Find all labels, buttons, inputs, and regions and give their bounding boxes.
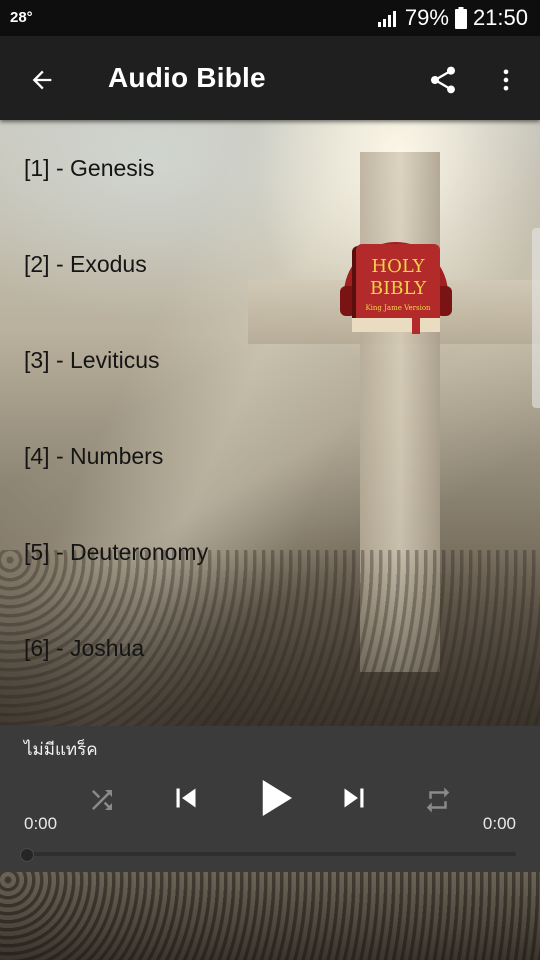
list-item[interactable]: [5] - Deuteronomy bbox=[0, 504, 540, 600]
status-bar: 28° 79% 21:50 bbox=[0, 0, 540, 36]
share-icon bbox=[431, 66, 455, 94]
page-title: Audio Bible bbox=[108, 62, 266, 93]
battery-icon bbox=[454, 7, 467, 29]
list-item[interactable]: [1] - Genesis bbox=[0, 120, 540, 216]
track-title: ไม่มีแทร็ค bbox=[24, 740, 98, 759]
skip-next-icon bbox=[344, 788, 364, 808]
more-options-button[interactable] bbox=[486, 58, 526, 102]
more-vert-icon bbox=[503, 69, 509, 91]
chapter-list: [1] - Genesis [2] - Exodus [3] - Levitic… bbox=[0, 120, 540, 696]
clock-text: 21:50 bbox=[472, 5, 528, 30]
current-time: 0:00 bbox=[24, 814, 58, 833]
list-item[interactable]: [4] - Numbers bbox=[0, 408, 540, 504]
shuffle-icon bbox=[92, 790, 112, 810]
repeat-icon bbox=[426, 787, 450, 813]
play-icon bbox=[262, 780, 292, 816]
chapter-label: [1] - Genesis bbox=[24, 154, 155, 181]
chapter-label: [3] - Leviticus bbox=[24, 346, 160, 373]
chapter-label: [6] - Joshua bbox=[24, 634, 145, 661]
status-icons: 79% 21:50 bbox=[377, 5, 528, 31]
seek-bar[interactable] bbox=[20, 848, 516, 862]
repeat-button[interactable] bbox=[416, 778, 460, 822]
list-item[interactable]: [6] - Joshua bbox=[0, 600, 540, 696]
next-button[interactable] bbox=[332, 776, 376, 820]
audio-player: ไม่มีแทร็ค 0:00 0:00 bbox=[0, 726, 540, 872]
chapter-label: [5] - Deuteronomy bbox=[24, 538, 209, 565]
seek-thumb[interactable] bbox=[20, 848, 34, 862]
list-item[interactable]: [3] - Leviticus bbox=[0, 312, 540, 408]
app-bar: Audio Bible bbox=[0, 36, 540, 120]
battery-percent: 79% bbox=[404, 5, 449, 30]
duration-time: 0:00 bbox=[482, 814, 516, 833]
chapter-list-area[interactable]: HOLY BIBLY King Jame Version [1] - Genes… bbox=[0, 120, 540, 726]
back-arrow-icon bbox=[32, 70, 52, 90]
back-button[interactable] bbox=[20, 58, 64, 102]
share-button[interactable] bbox=[420, 58, 466, 102]
chapter-label: [4] - Numbers bbox=[24, 442, 164, 469]
previous-button[interactable] bbox=[164, 776, 208, 820]
temperature-text: 28° bbox=[10, 9, 33, 26]
background-crowd-strip bbox=[0, 872, 540, 960]
play-button[interactable] bbox=[246, 768, 302, 828]
list-item[interactable]: [2] - Exodus bbox=[0, 216, 540, 312]
signal-icon bbox=[377, 9, 399, 27]
skip-previous-icon bbox=[176, 788, 196, 808]
shuffle-button[interactable] bbox=[80, 778, 124, 822]
chapter-label: [2] - Exodus bbox=[24, 250, 147, 277]
